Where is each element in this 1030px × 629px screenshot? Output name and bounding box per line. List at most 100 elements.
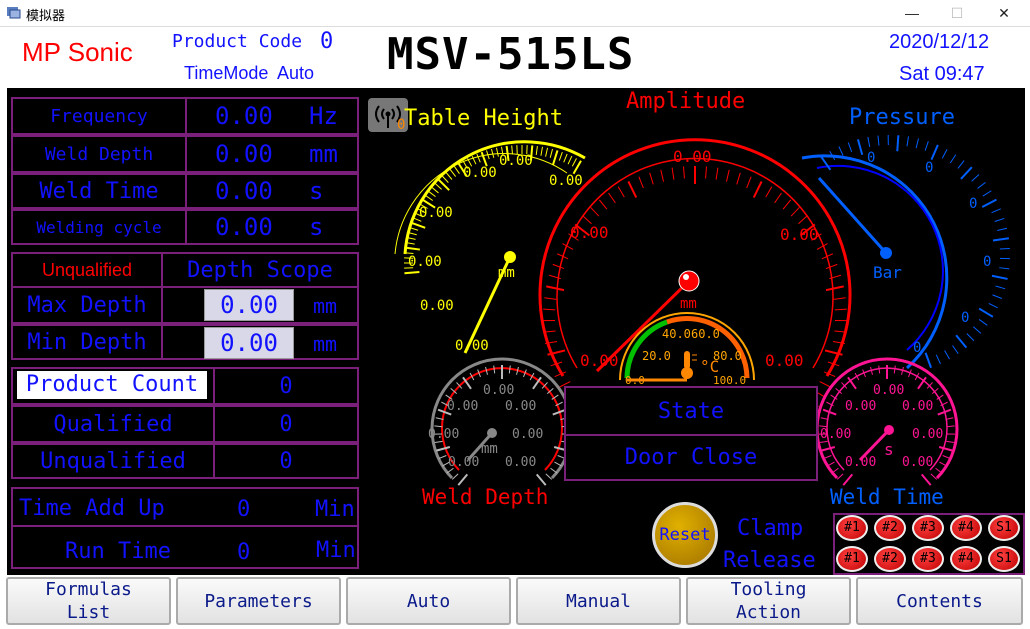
tick-mark [941,149,948,159]
temp-tick: 60.0 [691,327,720,341]
tick-mark [952,345,959,355]
release-button-2[interactable]: #2 [874,546,906,572]
tick-mark [999,247,1010,250]
tick-mark [410,221,426,229]
tick-mark [638,176,644,189]
reset-button[interactable]: Reset [652,502,718,568]
auto-button[interactable]: Auto [346,577,511,625]
table-height-unit: mm [498,265,515,281]
weld-depth-tick: 0.00 [505,399,536,414]
table-height-tick: 0.00 [419,205,453,221]
maximize-button[interactable]: ☐ [940,3,974,23]
tick-mark [944,350,950,360]
tick-mark [825,263,838,270]
tick-mark [906,136,910,147]
tick-mark [476,153,481,163]
table-height-tick: 0.00 [463,165,497,181]
weld-time-unit: s [884,440,894,459]
tick-mark [992,294,1003,299]
release-button-3[interactable]: #3 [912,546,944,572]
manual-button[interactable]: Manual [516,577,681,625]
tick-mark [550,467,558,474]
parameters-button[interactable]: Parameters [176,577,341,625]
tick-mark [436,446,451,452]
tooling-action-button[interactable]: Tooling Action [686,577,851,625]
product-code-label: Product Code [172,31,303,52]
time-display: Sat 09:47 [899,63,985,85]
state-label: State [564,386,818,436]
tick-mark [782,199,792,210]
tick-mark [821,446,836,452]
weld-depth-title: Weld Depth [422,485,548,509]
tick-mark [946,425,955,428]
tick-mark [973,326,982,334]
tick-mark [838,146,844,156]
tick-mark [924,352,932,369]
main-panel: Frequency 0.00 Hz Weld Depth 0.00 mm Weld … [7,88,1025,575]
tick-mark [543,308,556,311]
clamp-label: Clamp [737,516,804,541]
tick-mark [991,274,1008,280]
table-height-tick: 0.00 [420,298,454,314]
model-title: MSV-515LS [387,29,635,80]
weld-depth-tick: 0.00 [505,455,536,470]
weld-time-tick: 0.00 [912,427,943,442]
pressure-title: Pressure [849,105,955,130]
tick-mark [995,285,1006,290]
tick-mark [451,473,459,480]
release-button-1[interactable]: #1 [836,546,868,572]
brand-name: MP Sonic [22,37,133,67]
tick-mark [493,365,496,374]
tick-mark [977,181,986,189]
weld-time-title: Weld Time [830,485,944,509]
clamp-button-4[interactable]: #4 [950,515,982,541]
tick-mark [627,180,638,198]
pressure-tick: 0 [913,340,921,356]
tick-mark [567,155,573,165]
tick-mark [856,139,864,156]
tick-mark [726,169,730,182]
tick-mark [966,333,975,342]
tick-mark [790,207,800,217]
tick-mark [490,148,495,158]
tick-mark [457,473,469,486]
clamp-button-2[interactable]: #2 [874,515,906,541]
clamp-button-3[interactable]: #3 [912,515,944,541]
release-button-4[interactable]: #4 [950,546,982,572]
tick-mark [563,153,568,163]
tick-mark [552,150,559,166]
tick-mark [545,473,553,480]
close-button[interactable]: ✕ [987,3,1021,23]
tick-mark [915,138,920,149]
tick-mark [999,267,1010,270]
minimize-button[interactable]: — [895,3,929,23]
signal-icon[interactable]: 0 [368,98,408,133]
gauges-canvas: 0 Table Height 0.00 0.00 0.00 0.00 0.00 … [368,89,1010,509]
tick-mark [445,172,453,180]
release-button-S1[interactable]: S1 [988,546,1020,572]
tick-mark [935,354,941,365]
tick-mark [765,186,773,198]
amplitude-title: Amplitude [626,89,745,114]
tick-mark [431,186,439,194]
tick-mark [549,148,554,158]
tick-mark [428,190,436,198]
tick-mark [715,167,719,180]
tick-mark [545,147,549,157]
tick-mark [946,440,955,443]
clamp-button-1[interactable]: #1 [836,515,868,541]
contents-button[interactable]: Contents [856,577,1023,625]
tick-mark [571,158,577,167]
tick-mark [896,135,900,152]
clamp-button-S1[interactable]: S1 [988,515,1020,541]
tick-mark [827,461,835,467]
tick-mark [867,136,871,147]
tick-mark [438,455,447,459]
formulas-list-button[interactable]: Formulas List [6,577,171,625]
bottom-navbar: Formulas List Parameters Auto Manual Too… [0,575,1030,629]
tick-mark [942,455,951,459]
tick-mark [798,215,808,225]
tick-mark [535,473,547,486]
tick-mark [441,175,449,183]
tick-mark [540,146,543,156]
